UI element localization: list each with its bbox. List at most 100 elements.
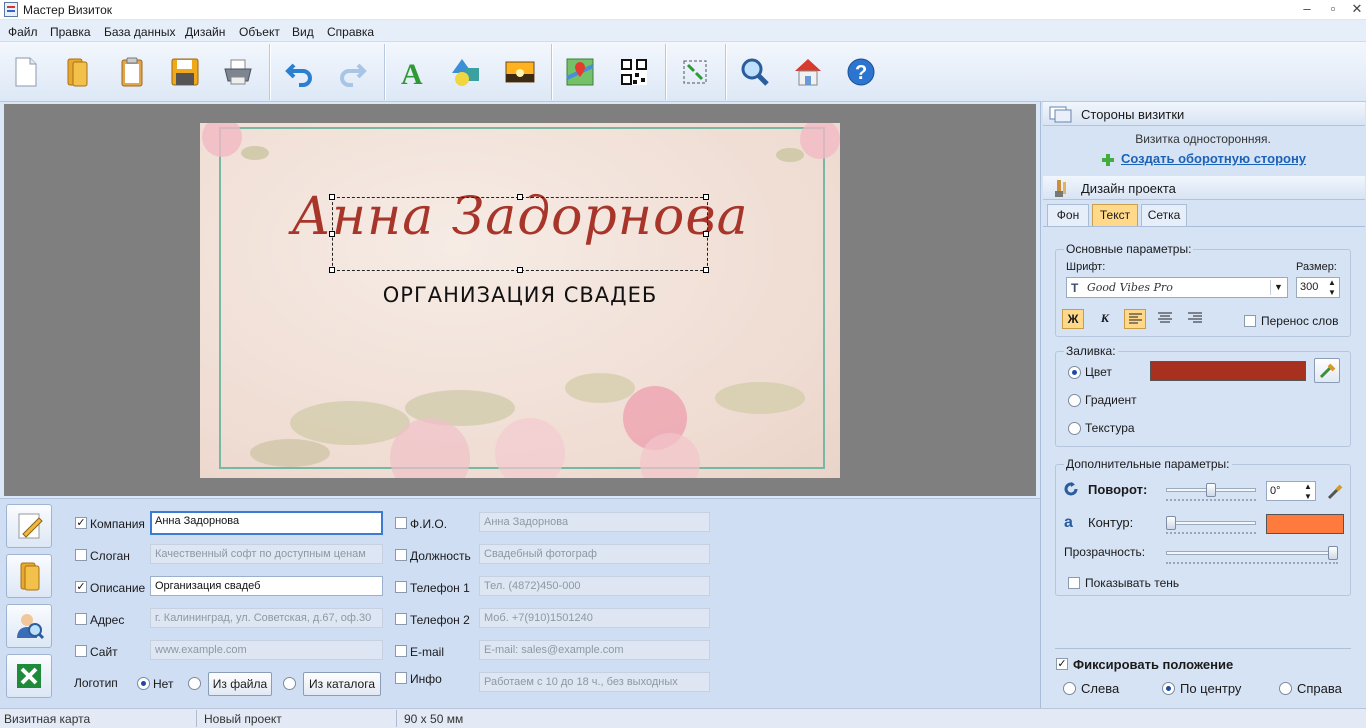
design-panel-header[interactable]: Дизайн проекта: [1043, 176, 1365, 200]
address-checkbox[interactable]: [75, 613, 87, 625]
card-description-text[interactable]: ОРГАНИЗАЦИЯ СВАДЕБ: [200, 283, 840, 307]
redo-icon[interactable]: [330, 50, 374, 94]
spin-down-icon[interactable]: ▼: [1328, 288, 1336, 297]
outline-slider-track[interactable]: [1166, 521, 1256, 525]
zoom-icon[interactable]: [733, 50, 777, 94]
fit-size-icon[interactable]: [673, 50, 717, 94]
rotation-stepper[interactable]: 0° ▲ ▼: [1266, 481, 1316, 501]
menu-help[interactable]: Справка: [327, 25, 374, 39]
print-icon[interactable]: [216, 50, 260, 94]
info-checkbox[interactable]: [395, 672, 407, 684]
menu-file[interactable]: Файл: [8, 25, 38, 39]
phone1-checkbox[interactable]: [395, 581, 407, 593]
description-input[interactable]: Организация свадеб: [150, 576, 383, 596]
clipboard-icon[interactable]: [110, 50, 154, 94]
fullname-checkbox[interactable]: [395, 517, 407, 529]
fill-gradient-radio[interactable]: [1068, 394, 1081, 407]
align-left-radio[interactable]: [1063, 682, 1076, 695]
shadow-checkbox[interactable]: [1068, 577, 1080, 589]
sides-panel-header[interactable]: Стороны визитки: [1043, 102, 1365, 126]
site-input[interactable]: www.example.com: [150, 640, 383, 660]
home-icon[interactable]: [786, 50, 830, 94]
bold-button[interactable]: Ж: [1062, 309, 1084, 329]
tab-background[interactable]: Фон: [1047, 204, 1089, 226]
create-back-side-link[interactable]: Создать оборотную сторону: [1121, 151, 1306, 166]
selection-box[interactable]: [329, 194, 709, 273]
fill-color-radio[interactable]: [1068, 366, 1081, 379]
resize-handle[interactable]: [329, 231, 335, 237]
word-wrap-checkbox[interactable]: [1244, 315, 1256, 327]
align-center-button[interactable]: [1154, 309, 1176, 329]
menu-database[interactable]: База данных: [104, 25, 175, 39]
logo-file-radio[interactable]: [188, 677, 201, 690]
fullname-input[interactable]: Анна Задорнова: [479, 512, 710, 532]
save-icon[interactable]: [163, 50, 207, 94]
outline-color-swatch[interactable]: [1266, 514, 1344, 534]
opacity-slider[interactable]: [1328, 546, 1338, 560]
map-icon[interactable]: [558, 50, 602, 94]
slogan-input[interactable]: Качественный софт по доступным ценам: [150, 544, 383, 564]
phone2-checkbox[interactable]: [395, 613, 407, 625]
from-catalog-button[interactable]: Из каталога: [303, 672, 381, 696]
resize-handle[interactable]: [517, 194, 523, 200]
outline-slider[interactable]: [1166, 516, 1176, 530]
spin-down-icon[interactable]: ▼: [1304, 492, 1312, 501]
text-icon[interactable]: A: [392, 50, 436, 94]
help-icon[interactable]: ?: [839, 50, 883, 94]
address-input[interactable]: г. Калининград, ул. Советская, д.67, оф.…: [150, 608, 383, 628]
email-checkbox[interactable]: [395, 645, 407, 657]
new-file-icon[interactable]: [4, 50, 48, 94]
resize-handle[interactable]: [329, 194, 335, 200]
spin-up-icon[interactable]: ▲: [1304, 482, 1312, 491]
info-input[interactable]: Работаем с 10 до 18 ч., без выходных: [479, 672, 710, 692]
company-checkbox[interactable]: ✓: [75, 517, 87, 529]
fill-color-swatch[interactable]: [1150, 361, 1306, 381]
menu-design[interactable]: Дизайн: [185, 25, 225, 39]
resize-handle[interactable]: [517, 267, 523, 273]
brush-icon[interactable]: [1326, 483, 1344, 501]
resize-handle[interactable]: [703, 231, 709, 237]
menu-edit[interactable]: Правка: [50, 25, 91, 39]
color-picker-button[interactable]: [1314, 358, 1340, 383]
chevron-down-icon[interactable]: ▼: [1270, 280, 1286, 295]
tab-grid[interactable]: Сетка: [1141, 204, 1187, 226]
menu-view[interactable]: Вид: [292, 25, 314, 39]
font-select[interactable]: T Good Vibes Pro ▼: [1066, 277, 1288, 298]
from-file-button[interactable]: Из файла: [208, 672, 272, 696]
resize-handle[interactable]: [703, 194, 709, 200]
resize-handle[interactable]: [329, 267, 335, 273]
excel-import-button[interactable]: [6, 654, 52, 698]
fill-texture-radio[interactable]: [1068, 422, 1081, 435]
site-checkbox[interactable]: [75, 645, 87, 657]
shapes-icon[interactable]: [444, 50, 488, 94]
align-center-radio[interactable]: [1162, 682, 1175, 695]
opacity-slider-track[interactable]: [1166, 551, 1338, 555]
align-left-button[interactable]: [1124, 309, 1146, 329]
menu-object[interactable]: Объект: [239, 25, 280, 39]
logo-catalog-radio[interactable]: [283, 677, 296, 690]
qr-code-icon[interactable]: [612, 50, 656, 94]
align-right-radio[interactable]: [1279, 682, 1292, 695]
logo-none-radio[interactable]: [137, 677, 150, 690]
business-card[interactable]: Анна Задорнова ОРГАНИЗАЦИЯ СВАДЕБ: [200, 123, 840, 478]
position-input[interactable]: Свадебный фотограф: [479, 544, 710, 564]
undo-icon[interactable]: [278, 50, 322, 94]
spin-up-icon[interactable]: ▲: [1328, 278, 1336, 287]
phone1-input[interactable]: Тел. (4872)450-000: [479, 576, 710, 596]
maximize-button[interactable]: ▫: [1320, 0, 1346, 18]
close-button[interactable]: ✕: [1344, 0, 1366, 18]
company-input[interactable]: Анна Задорнова: [150, 511, 383, 535]
resize-handle[interactable]: [703, 267, 709, 273]
edit-text-button[interactable]: [6, 504, 52, 548]
tab-text[interactable]: Текст: [1092, 204, 1138, 226]
image-icon[interactable]: [498, 50, 542, 94]
open-folder-icon[interactable]: [55, 50, 99, 94]
phone2-input[interactable]: Моб. +7(910)1501240: [479, 608, 710, 628]
description-checkbox[interactable]: ✓: [75, 581, 87, 593]
size-stepper[interactable]: 300 ▲ ▼: [1296, 277, 1340, 298]
fix-position-checkbox[interactable]: ✓: [1056, 658, 1068, 670]
search-contact-button[interactable]: [6, 604, 52, 648]
rotation-slider[interactable]: [1206, 483, 1216, 497]
slogan-checkbox[interactable]: [75, 549, 87, 561]
minimize-button[interactable]: –: [1294, 0, 1320, 18]
